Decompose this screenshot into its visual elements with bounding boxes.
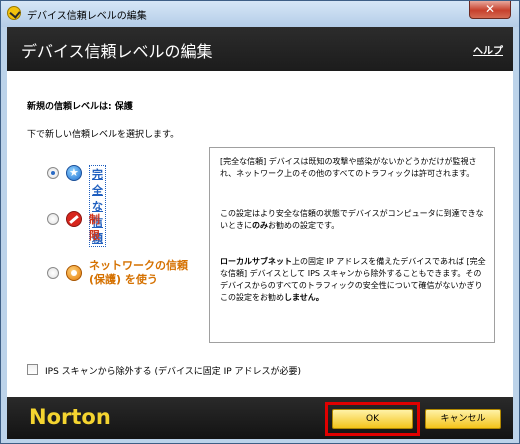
public-desc-bold2: しません。 bbox=[284, 293, 324, 302]
ips-exclude-label[interactable]: IPS スキャンから除外する (デバイスに固定 IP アドレスが必要) bbox=[45, 364, 301, 377]
dialog-footer: Norton OK キャンセル bbox=[7, 397, 513, 439]
title-bar: デバイス信頼レベルの編集 ✕ bbox=[1, 1, 519, 27]
norton-brand-text: Norton bbox=[29, 405, 111, 429]
restrict-icon bbox=[66, 211, 82, 227]
dialog-header: デバイス信頼レベルの編集 ヘルプ bbox=[7, 27, 513, 71]
norton-app-icon bbox=[7, 6, 21, 20]
ips-exclude-checkbox[interactable] bbox=[27, 364, 38, 375]
ok-button[interactable]: OK bbox=[332, 409, 413, 429]
close-button[interactable]: ✕ bbox=[469, 1, 511, 19]
network-trust-label-line2: (保護) を使う bbox=[89, 273, 158, 286]
network-trust-description: ローカルサブネット上の固定 IP アドレスを備えたデバイスであれば [完全な信頼… bbox=[220, 256, 488, 304]
network-trust-radio[interactable] bbox=[47, 267, 59, 279]
restrict-desc-bold: のみ bbox=[252, 221, 268, 230]
help-link[interactable]: ヘルプ bbox=[473, 42, 503, 57]
full-trust-description: [完全な信頼] デバイスは既知の攻撃や感染がないかどうかだけが監視され、ネットワ… bbox=[220, 157, 477, 178]
restrict-radio[interactable] bbox=[47, 213, 59, 225]
norton-logo: Norton bbox=[29, 405, 111, 429]
public-desc-bold1: ローカルサブネット bbox=[220, 257, 292, 266]
star-shield-icon bbox=[66, 165, 82, 181]
new-trust-level-text: 新規の信頼レベルは: 保護 bbox=[27, 102, 133, 112]
network-protect-icon bbox=[66, 265, 82, 281]
header-title: デバイス信頼レベルの編集 bbox=[21, 42, 213, 61]
restrict-desc-part2: お勧めの設定です。 bbox=[268, 221, 340, 230]
dialog-window: デバイス信頼レベルの編集 ✕ デバイス信頼レベルの編集 ヘルプ 新規の信頼レベル… bbox=[0, 0, 520, 444]
window-title: デバイス信頼レベルの編集 bbox=[27, 11, 147, 22]
full-trust-radio[interactable] bbox=[47, 167, 59, 179]
restrict-description: この設定はより安全な信頼の状態でデバイスがコンピュータに到達できないときにのみお… bbox=[220, 208, 488, 232]
dialog-content: 新規の信頼レベルは: 保護 下で新しい信頼レベルを選択します。 完全な信頼 制限… bbox=[7, 71, 513, 397]
cancel-button[interactable]: キャンセル bbox=[425, 409, 501, 429]
restrict-label[interactable]: 制限 bbox=[89, 211, 100, 243]
instruction-text: 下で新しい信頼レベルを選択します。 bbox=[27, 130, 180, 140]
description-box: [完全な信頼] デバイスは既知の攻撃や感染がないかどうかだけが監視され、ネットワ… bbox=[209, 147, 495, 343]
network-trust-label-line1: ネットワークの信頼 bbox=[89, 259, 188, 272]
network-trust-label[interactable]: ネットワークの信頼 (保護) を使う bbox=[89, 259, 199, 287]
